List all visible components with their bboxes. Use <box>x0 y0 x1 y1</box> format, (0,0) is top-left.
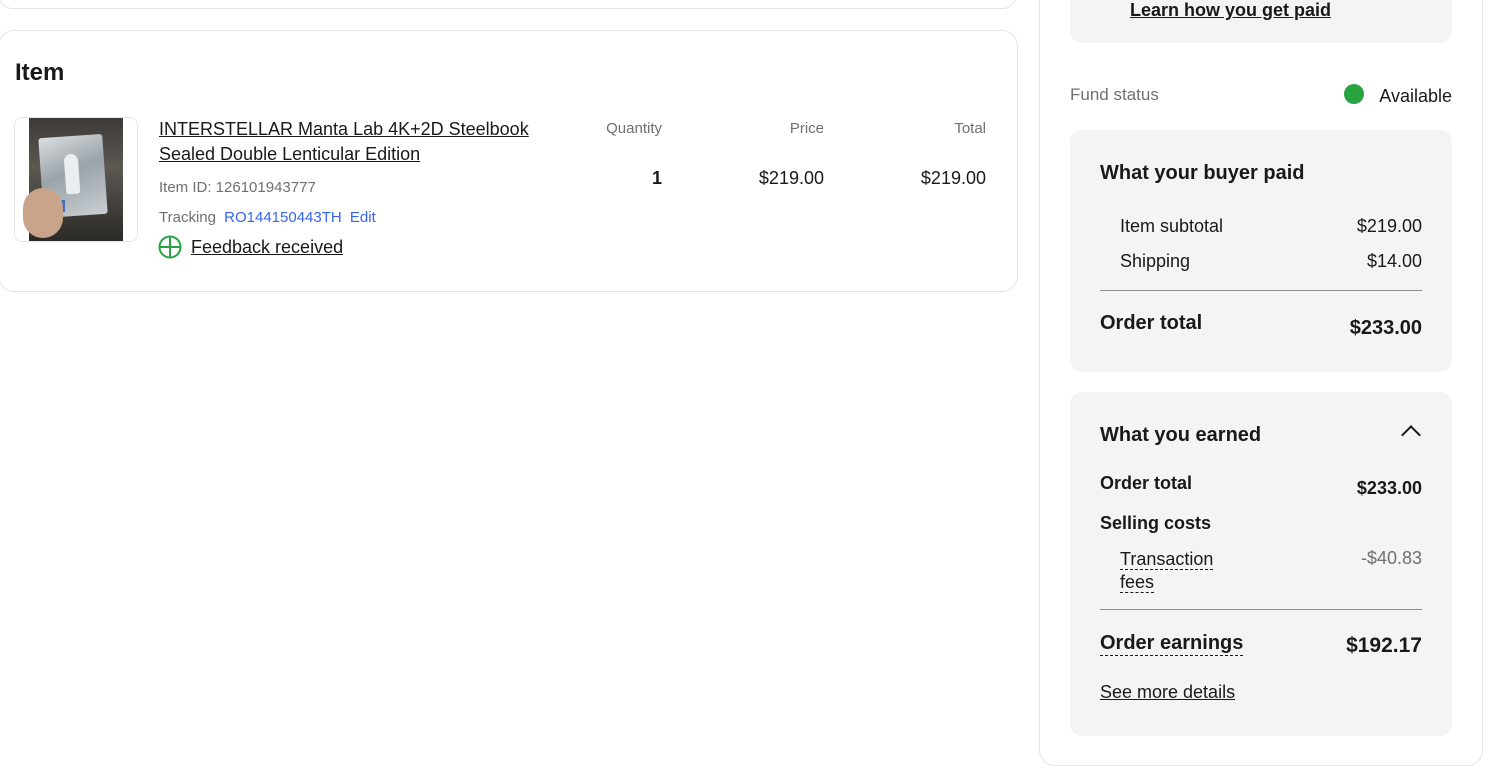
feedback-positive-icon <box>158 235 182 259</box>
selling-costs-label: Selling costs <box>1100 513 1212 533</box>
learn-how-you-get-paid-link[interactable]: Learn how you get paid <box>1130 0 1331 21</box>
tracking-label: Tracking <box>159 209 216 226</box>
earned-title: What you earned <box>1100 424 1262 446</box>
item-title-link[interactable]: INTERSTELLAR Manta Lab 4K+2D Steelbook S… <box>159 117 559 167</box>
tracking-number-link[interactable]: RO144150443TH <box>224 209 342 226</box>
total-value: $219.00 <box>920 168 986 188</box>
chevron-up-icon[interactable] <box>1401 425 1421 445</box>
earned-order-total-value: $233.00 <box>1356 478 1422 498</box>
edit-tracking-link[interactable]: Edit <box>350 209 376 226</box>
earned-divider <box>1100 609 1422 610</box>
what-you-earned-box: What you earned Order total $233.00 Sell… <box>1070 392 1452 736</box>
fund-status-dot-icon <box>1344 84 1364 104</box>
order-earnings-label[interactable]: Order earnings <box>1100 632 1244 656</box>
fund-status-value: Available <box>1379 86 1452 106</box>
tracking-row: Tracking RO144150443TH Edit <box>159 209 376 226</box>
shipping-label: Shipping <box>1120 251 1191 271</box>
transaction-fees-label[interactable]: Transaction fees <box>1120 548 1214 594</box>
item-heading: Item <box>15 59 65 86</box>
quantity-header: Quantity <box>606 120 662 137</box>
order-earnings-value: $192.17 <box>1346 634 1422 657</box>
item-subtotal-label: Item subtotal <box>1120 216 1224 236</box>
buyer-order-total-label: Order total <box>1100 312 1203 334</box>
transaction-fees-value: -$40.83 <box>1360 548 1422 568</box>
price-value: $219.00 <box>758 168 824 188</box>
item-card: Item INTERSTELLAR Manta Lab 4K+2D Steelb… <box>0 30 1018 292</box>
previous-section-card <box>0 0 1017 9</box>
buyer-paid-box: What your buyer paid Item subtotal $219.… <box>1070 130 1452 372</box>
total-header: Total <box>954 120 986 137</box>
item-subtotal-value: $219.00 <box>1356 216 1422 236</box>
buyer-paid-divider <box>1100 290 1422 291</box>
shipping-value: $14.00 <box>1366 251 1422 271</box>
earned-order-total-label: Order total <box>1100 473 1193 493</box>
price-header: Price <box>789 120 824 137</box>
fund-status-label: Fund status <box>1070 85 1159 104</box>
quantity-value: 1 <box>651 168 662 188</box>
item-photo <box>23 118 123 241</box>
item-thumbnail[interactable] <box>14 117 138 242</box>
feedback-received-link[interactable]: Feedback received <box>191 237 343 258</box>
item-id: Item ID: 126101943777 <box>159 179 316 196</box>
buyer-order-total-value: $233.00 <box>1349 317 1422 339</box>
see-more-details-link[interactable]: See more details <box>1100 682 1235 703</box>
buyer-paid-title: What your buyer paid <box>1100 162 1305 184</box>
feedback-row: Feedback received <box>158 234 343 260</box>
